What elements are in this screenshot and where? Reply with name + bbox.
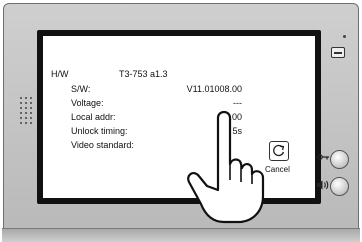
hw-value: T3-753 a1.3 [119,69,168,79]
voltage-value: --- [233,98,242,108]
refresh-icon [269,141,289,161]
sw-label: S/W: [71,84,91,94]
menu-key-button[interactable] [331,47,345,58]
talk-button[interactable] [330,177,349,196]
hw-label: H/W [51,69,69,79]
unlock-button[interactable] [330,150,349,169]
speaker-grille [20,97,38,133]
local-addr-label: Local addr: [71,112,116,122]
unlock-timing-label: Unlock timing: [71,126,128,136]
pointing-hand-icon [187,110,265,224]
screen: H/W T3-753 a1.3 S/W: V11.01008.00 Voltag… [43,36,315,198]
key-icon [317,152,330,165]
device-base [2,228,360,242]
hw-row: H/W [51,69,69,79]
cancel-button[interactable]: Cancel [265,141,303,177]
sw-value: V11.01008.00 [186,84,242,94]
voltage-label: Voltage: [71,98,104,108]
intercom-monitor: H/W T3-753 a1.3 S/W: V11.01008.00 Voltag… [0,0,362,242]
microphone-icon [343,35,346,38]
video-standard-label: Video standard: [71,140,134,150]
speaker-volume-icon [316,179,330,194]
